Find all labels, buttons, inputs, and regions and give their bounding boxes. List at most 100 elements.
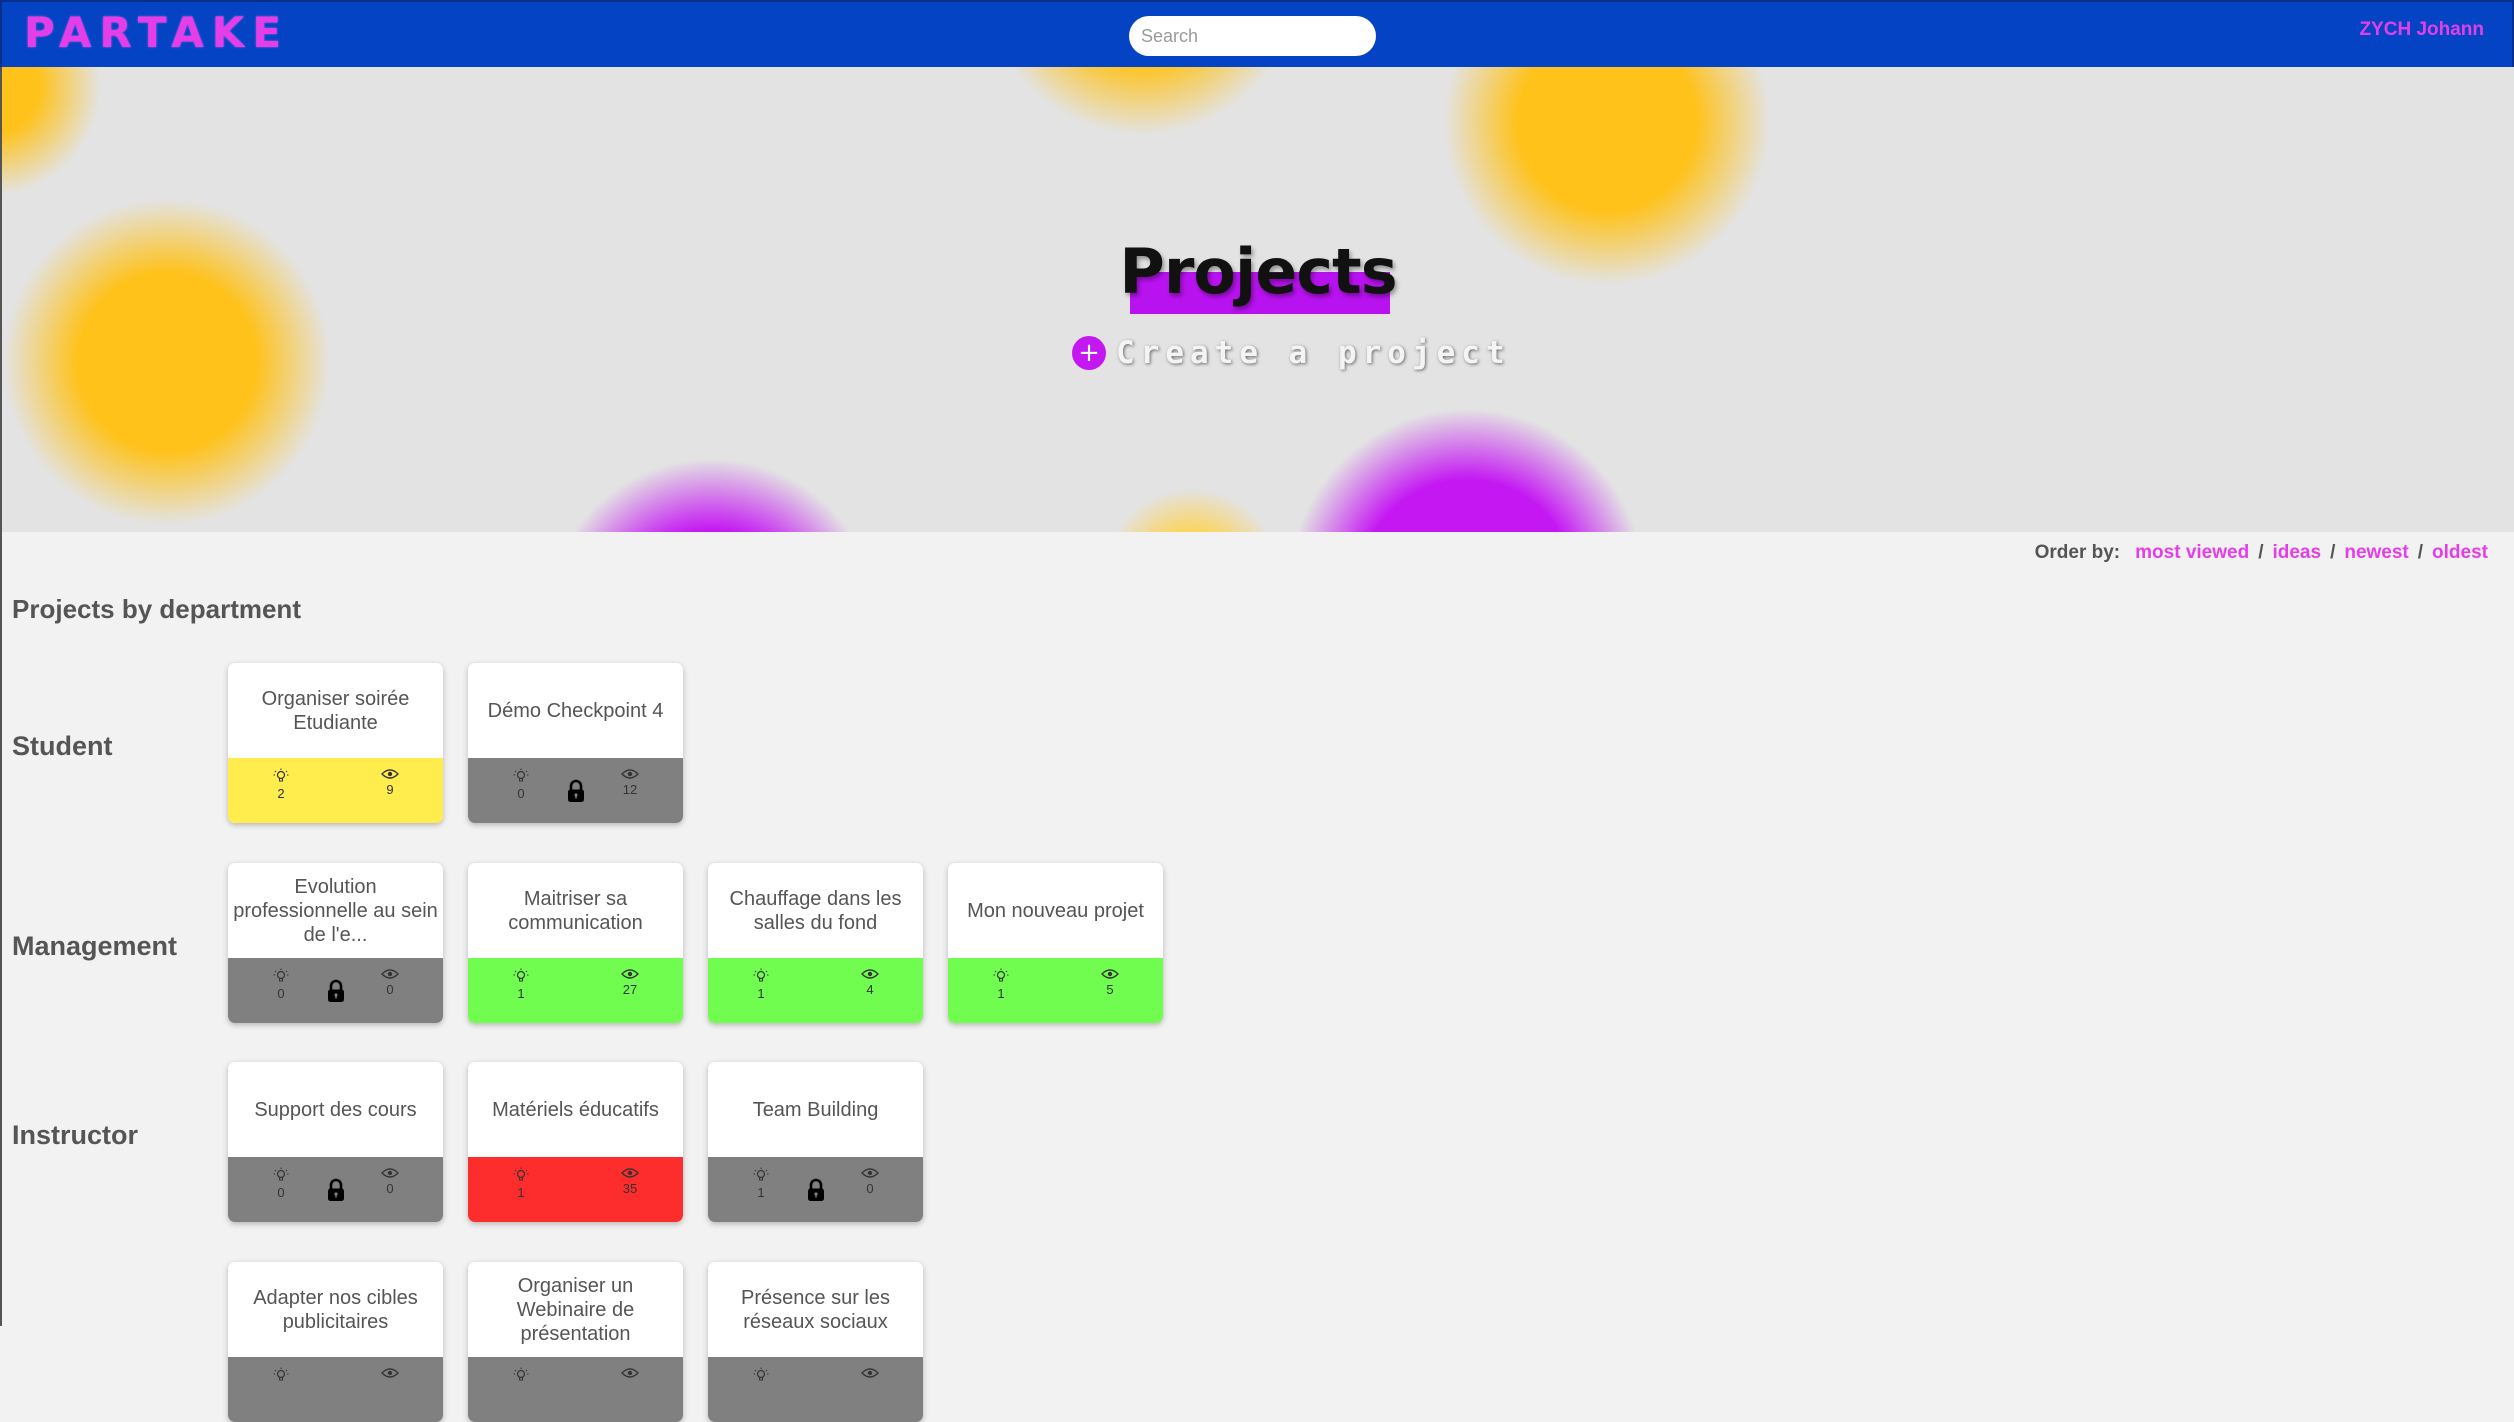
project-card[interactable]: Evolution professionnelle au sein de l'e… xyxy=(228,863,443,1023)
views-count: 5 xyxy=(1085,968,1135,997)
order-separator: / xyxy=(2330,542,2336,563)
eye-icon xyxy=(845,1367,895,1379)
views-count-value: 0 xyxy=(386,1181,394,1196)
project-title[interactable]: Adapter nos cibles publicitaires xyxy=(228,1262,443,1357)
project-title[interactable]: Matériels éducatifs xyxy=(468,1062,683,1157)
lightbulb-icon xyxy=(496,968,546,984)
project-title[interactable]: Team Building xyxy=(708,1062,923,1157)
project-title[interactable]: Organiser un Webinaire de présentation xyxy=(468,1262,683,1357)
lightbulb-icon xyxy=(256,768,306,784)
project-card[interactable]: Présence sur les réseaux sociaux xyxy=(708,1262,923,1422)
ideas-count-value: 0 xyxy=(277,1185,285,1200)
project-card[interactable]: Adapter nos cibles publicitaires xyxy=(228,1262,443,1422)
create-project-label[interactable]: Create a project xyxy=(1116,335,1511,371)
order-ideas-link[interactable]: ideas xyxy=(2272,542,2321,564)
project-card[interactable]: Organiser soirée Etudiante 2 9 xyxy=(228,663,443,823)
views-count-value: 9 xyxy=(386,782,394,797)
order-oldest-link[interactable]: oldest xyxy=(2432,542,2488,564)
project-card[interactable]: Support des cours 0 0 xyxy=(228,1062,443,1222)
order-separator: / xyxy=(2417,542,2424,563)
views-count-value: 27 xyxy=(622,982,638,997)
project-card[interactable]: Mon nouveau projet 1 5 xyxy=(948,863,1163,1023)
decorative-blob xyxy=(982,67,1302,137)
views-count-value: 0 xyxy=(866,1181,874,1196)
views-count-value: 5 xyxy=(1106,982,1114,997)
project-card[interactable]: Maitriser sa communication 1 27 xyxy=(468,863,683,1023)
project-title[interactable]: Chauffage dans les salles du fond xyxy=(708,863,923,958)
views-count: 0 xyxy=(365,968,415,997)
order-separator: / xyxy=(2258,542,2264,563)
eye-icon xyxy=(365,1167,415,1179)
project-status-bar: 00 xyxy=(228,958,443,1023)
views-count-value: 12 xyxy=(622,782,638,797)
ideas-count: 0 xyxy=(496,768,546,801)
eye-icon xyxy=(845,968,895,980)
project-card[interactable]: Chauffage dans les salles du fond 1 4 xyxy=(708,863,923,1023)
lightbulb-icon xyxy=(736,1367,786,1383)
decorative-blob xyxy=(1102,487,1282,532)
lightbulb-icon xyxy=(256,968,306,984)
eye-icon xyxy=(605,1167,655,1179)
hero-banner: Projects + Create a project xyxy=(0,67,2514,532)
views-count: 0 xyxy=(365,1167,415,1196)
project-status-bar: 1 35 xyxy=(468,1157,683,1222)
order-most-viewed-link[interactable]: most viewed xyxy=(2135,542,2249,564)
ideas-count: 0 xyxy=(256,968,306,1001)
views-count: 27 xyxy=(605,968,655,997)
project-title[interactable]: Maitriser sa communication xyxy=(468,863,683,958)
lock-icon xyxy=(806,1178,826,1202)
project-card[interactable]: Démo Checkpoint 4 0 12 xyxy=(468,663,683,823)
project-card[interactable]: Team Building 1 0 xyxy=(708,1062,923,1222)
project-card[interactable]: Matériels éducatifs 1 35 xyxy=(468,1062,683,1222)
ideas-count-value: 1 xyxy=(517,1185,525,1200)
eye-icon xyxy=(365,1367,415,1379)
ideas-count: 0 xyxy=(256,1167,306,1200)
plus-circle-icon[interactable]: + xyxy=(1072,336,1106,370)
brand-logo[interactable]: PARTAKE xyxy=(24,8,289,57)
project-title[interactable]: Démo Checkpoint 4 xyxy=(468,663,683,758)
ideas-count-value: 1 xyxy=(757,986,765,1001)
lightbulb-icon xyxy=(496,1167,546,1183)
project-card[interactable]: Organiser un Webinaire de présentation xyxy=(468,1262,683,1422)
search-input[interactable] xyxy=(1129,16,1376,56)
ideas-count-value: 0 xyxy=(277,986,285,1001)
views-count: 9 xyxy=(365,768,415,797)
ideas-count-value: 2 xyxy=(277,786,285,801)
lightbulb-icon xyxy=(496,768,546,784)
project-status-bar: 10 xyxy=(708,1157,923,1222)
project-title[interactable]: Evolution professionnelle au sein de l'e… xyxy=(228,863,443,958)
department-row: Student Organiser soirée Etudiante 2 9 Démo … xyxy=(0,663,2514,823)
create-project-button[interactable]: + Create a project xyxy=(1072,335,1511,371)
eye-icon xyxy=(1085,968,1135,980)
ideas-count: 1 xyxy=(736,1167,786,1200)
views-count-value: 0 xyxy=(386,982,394,997)
decorative-blob xyxy=(1287,407,1647,532)
department-label: Instructor xyxy=(12,1120,139,1150)
project-title[interactable]: Présence sur les réseaux sociaux xyxy=(708,1262,923,1357)
project-title[interactable]: Organiser soirée Etudiante xyxy=(228,663,443,758)
ideas-count: 1 xyxy=(496,968,546,1001)
project-status-bar: 00 xyxy=(228,1157,443,1222)
lock-icon xyxy=(566,779,586,803)
ideas-count xyxy=(736,1367,786,1385)
eye-icon xyxy=(365,768,415,780)
ideas-count: 1 xyxy=(736,968,786,1001)
user-menu[interactable]: ZYCH Johann xyxy=(2359,19,2484,41)
project-title[interactable]: Support des cours xyxy=(228,1062,443,1157)
ideas-count xyxy=(496,1367,546,1385)
views-count: 4 xyxy=(845,968,895,997)
order-newest-link[interactable]: newest xyxy=(2344,542,2408,564)
ideas-count: 1 xyxy=(976,968,1026,1001)
lightbulb-icon xyxy=(736,1167,786,1183)
project-title[interactable]: Mon nouveau projet xyxy=(948,863,1163,958)
department-row: Adapter nos cibles publicitaires Organise… xyxy=(0,1262,2514,1422)
eye-icon xyxy=(365,968,415,980)
ideas-count-value: 1 xyxy=(997,986,1005,1001)
project-status-bar: 29 xyxy=(228,758,443,823)
eye-icon xyxy=(845,1167,895,1179)
top-navbar: PARTAKE ZYCH Johann xyxy=(0,0,2514,67)
project-status-bar: 14 xyxy=(708,958,923,1023)
project-status-bar xyxy=(468,1357,683,1422)
views-count xyxy=(845,1367,895,1381)
lightbulb-icon xyxy=(976,968,1026,984)
